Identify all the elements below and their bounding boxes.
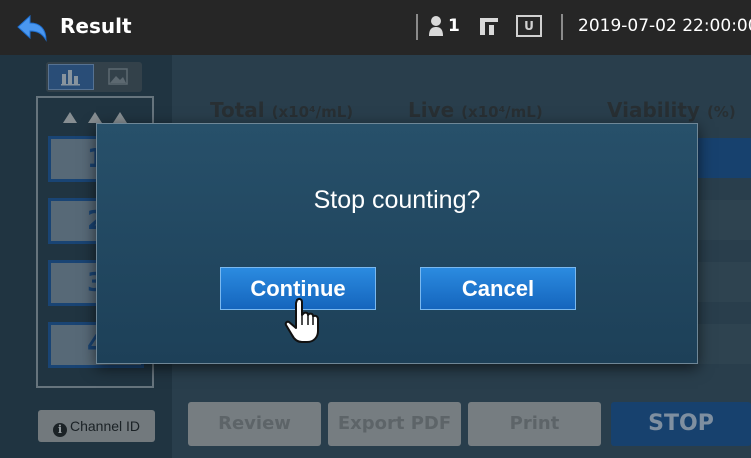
- stop-dialog: Stop counting? Continue Cancel: [96, 123, 698, 364]
- page-title: Result: [60, 14, 132, 38]
- usb-icon: U: [516, 15, 542, 37]
- hand-cursor-icon: [284, 297, 319, 343]
- back-arrow-icon[interactable]: [16, 13, 48, 43]
- dialog-message: Stop counting?: [313, 186, 481, 214]
- user-icon: [429, 16, 443, 36]
- user-count: 1: [448, 16, 460, 36]
- datetime: 2019-07-02 22:00:00: [578, 16, 751, 36]
- usb-label: U: [524, 19, 534, 33]
- divider: [416, 14, 418, 40]
- divider: [561, 14, 563, 40]
- top-bar: Result 1 U 2019-07-02 22:00:00: [0, 0, 751, 55]
- cancel-button[interactable]: Cancel: [420, 267, 576, 310]
- network-icon: [480, 18, 498, 35]
